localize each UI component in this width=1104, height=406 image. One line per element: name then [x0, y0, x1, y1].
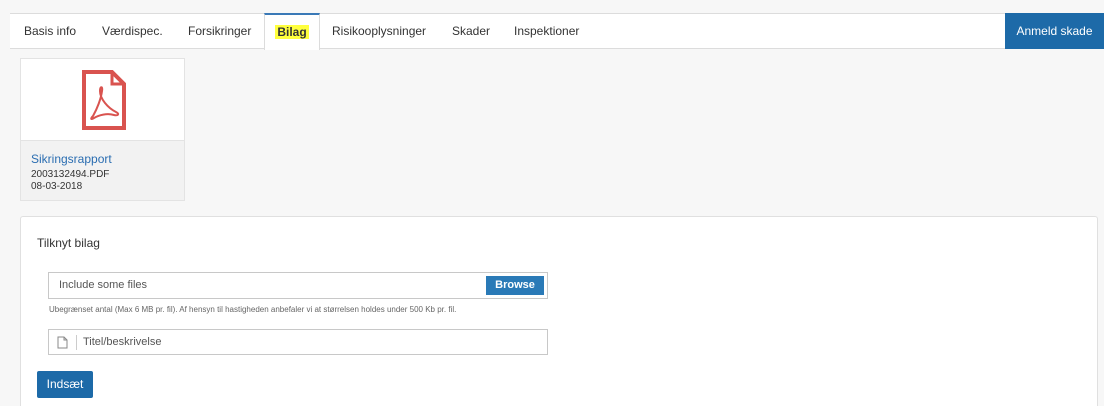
tab-bilag[interactable]: Bilag [264, 13, 320, 50]
title-description-placeholder: Titel/beskrivelse [83, 336, 162, 348]
input-separator [76, 335, 77, 350]
pdf-file-icon [82, 70, 126, 130]
attachment-date: 08-03-2018 [31, 181, 83, 192]
upload-hint: Ubegrænset antal (Max 6 MB pr. fil). Af … [49, 305, 457, 314]
tab-inspektioner[interactable]: Inspektioner [514, 13, 579, 49]
attach-panel: Tilknyt bilag Include some files Browse … [20, 216, 1098, 406]
attachment-filename: 2003132494.PDF [31, 169, 110, 180]
file-upload-placeholder: Include some files [59, 279, 148, 291]
attach-panel-title: Tilknyt bilag [37, 236, 100, 250]
attachment-name-link[interactable]: Sikringsrapport [31, 152, 112, 166]
attachment-thumbnail[interactable] [21, 59, 184, 141]
tab-basis-info[interactable]: Basis info [24, 13, 76, 49]
tab-skader[interactable]: Skader [452, 13, 490, 49]
tab-bar: Basis info Værdispec. Forsikringer Bilag… [10, 13, 1104, 50]
document-icon [57, 336, 68, 349]
top-spacer [0, 0, 1104, 13]
tab-risikooplysninger[interactable]: Risikooplysninger [332, 13, 426, 49]
tab-forsikringer[interactable]: Forsikringer [188, 13, 251, 49]
insert-button[interactable]: Indsæt [37, 371, 93, 398]
report-damage-button[interactable]: Anmeld skade [1005, 13, 1104, 49]
tab-bilag-label: Bilag [275, 25, 309, 39]
file-upload-field[interactable]: Include some files Browse [48, 272, 548, 299]
title-description-field[interactable]: Titel/beskrivelse [48, 329, 548, 355]
tab-vaerdispec[interactable]: Værdispec. [102, 13, 163, 49]
browse-button[interactable]: Browse [486, 276, 544, 295]
attachment-card[interactable]: Sikringsrapport 2003132494.PDF 08-03-201… [20, 58, 185, 201]
